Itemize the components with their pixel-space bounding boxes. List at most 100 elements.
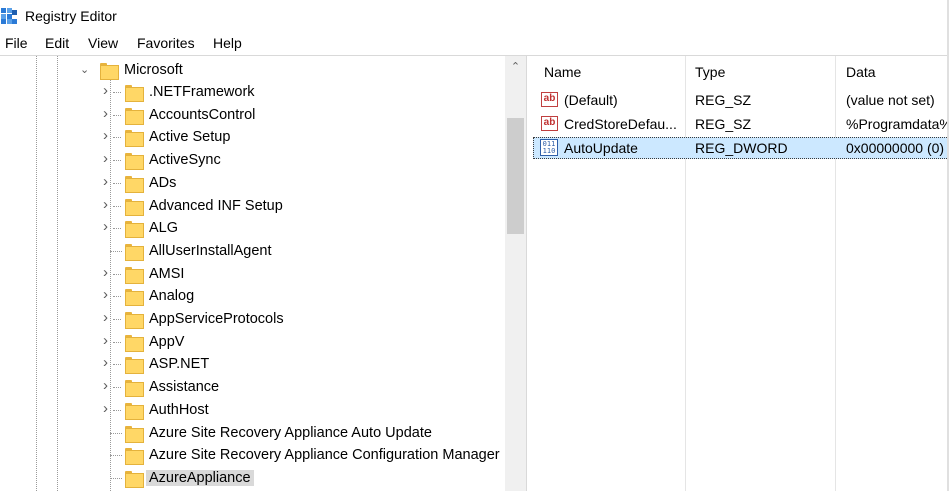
tree-item-label: Azure Site Recovery Appliance Auto Updat… [149, 424, 432, 441]
tree-item[interactable]: AllUserInstallAgent [0, 241, 505, 263]
menu-bar: File Edit View Favorites Help [0, 33, 949, 55]
value-data: (value not set) [846, 92, 935, 108]
tree-item-label: Azure Site Recovery Appliance Configurat… [149, 447, 500, 464]
tree-item-label: .NETFramework [149, 84, 255, 100]
tree-connector [113, 273, 121, 275]
folder-icon [125, 130, 144, 148]
tree-connector [113, 409, 121, 411]
chevron-right-icon[interactable]: › [103, 332, 108, 349]
value-data: %Programdata% [846, 116, 949, 132]
tree-scrollbar[interactable]: ⌃ [505, 56, 526, 491]
tree-item[interactable]: › Advanced INF Setup [0, 196, 505, 218]
chevron-right-icon[interactable]: › [103, 264, 108, 281]
folder-icon [125, 448, 144, 466]
list-header: Name Type Data [533, 56, 949, 86]
chevron-right-icon[interactable]: › [103, 400, 108, 417]
tree-item[interactable]: › ActiveSync [0, 150, 505, 172]
tree-item-label: AMSI [149, 265, 185, 282]
chevron-right-icon[interactable]: › [103, 105, 108, 122]
value-name: AutoUpdate [564, 140, 638, 156]
chevron-right-icon[interactable]: › [103, 196, 108, 213]
tree-item[interactable]: › ALG [0, 218, 505, 240]
tree-connector [113, 92, 121, 93]
value-type: REG_SZ [695, 116, 752, 132]
tree-item[interactable]: › Active Setup [0, 127, 505, 149]
chevron-right-icon[interactable]: › [103, 82, 108, 99]
tree-connector [113, 319, 121, 320]
chevron-right-icon[interactable]: › [103, 173, 108, 190]
chevron-right-icon[interactable]: › [103, 354, 108, 371]
tree-item-label: AuthHost [149, 401, 209, 418]
column-header-data[interactable]: Data [846, 64, 876, 80]
tree-connector [113, 387, 121, 389]
scroll-thumb[interactable] [507, 118, 524, 234]
values-list-pane[interactable]: Name Type Data ab (Default) REG_SZ (value n… [533, 56, 949, 491]
menu-view[interactable]: View [88, 35, 118, 51]
folder-icon [125, 85, 144, 102]
folder-icon [125, 357, 144, 375]
tree-item[interactable]: › ASP.NET [0, 354, 505, 376]
scroll-up-icon[interactable]: ⌃ [505, 60, 526, 78]
tree-item-label: ALG [149, 220, 179, 237]
tree-item[interactable]: Azure Site Recovery Appliance Configurat… [0, 445, 505, 467]
tree-item-label: ASP.NET [149, 356, 210, 373]
tree-connector [113, 114, 121, 116]
tree-item[interactable]: › .NETFramework [0, 82, 505, 104]
tree-connector [110, 477, 122, 479]
tree-item[interactable]: Azure Site Recovery Appliance Auto Updat… [0, 423, 505, 445]
registry-editor-icon [1, 8, 17, 24]
tree-item[interactable]: AzureAppliance [0, 468, 505, 490]
tree-item-label: AzureAppliance [146, 469, 254, 486]
tree-item-label: AccountsControl [149, 106, 256, 123]
tree-item[interactable]: › AMSI [0, 264, 505, 286]
tree-connector [113, 160, 121, 162]
tree-item-label: AllUserInstallAgent [149, 242, 272, 259]
menu-file[interactable]: File [5, 35, 28, 51]
tree-connector [110, 455, 122, 457]
column-header-type[interactable]: Type [695, 64, 725, 80]
folder-icon [125, 266, 144, 284]
tree-item[interactable]: › AccountsControl [0, 105, 505, 127]
menu-favorites[interactable]: Favorites [137, 35, 195, 51]
tree-item-label: Microsoft [124, 62, 183, 78]
value-row[interactable]: 011 110 AutoUpdate REG_DWORD 0x00000000 (0) [533, 137, 949, 159]
tree-item-microsoft[interactable]: ⌄ Microsoft [0, 60, 505, 82]
chevron-right-icon[interactable]: › [103, 377, 108, 394]
value-name: (Default) [564, 92, 618, 108]
menu-edit[interactable]: Edit [45, 35, 69, 51]
chevron-down-icon[interactable]: ⌄ [80, 63, 89, 76]
folder-icon [125, 402, 144, 420]
tree-item-label: AppServiceProtocols [149, 311, 284, 327]
value-row[interactable]: ab (Default) REG_SZ (value not set) [533, 89, 949, 111]
tree-connector [113, 296, 121, 298]
key-tree-pane[interactable]: ⌄ Microsoft › .NETFramework › AccountsContr… [0, 56, 527, 491]
tree-item-label: ADs [149, 174, 177, 191]
value-row[interactable]: ab CredStoreDefau... REG_SZ %Programdata% [533, 113, 949, 135]
chevron-right-icon[interactable]: › [103, 127, 108, 144]
folder-icon [125, 198, 144, 216]
tree-connector [113, 182, 121, 184]
folder-icon [125, 107, 144, 125]
chevron-right-icon[interactable]: › [103, 150, 108, 167]
tree-item[interactable]: › ADs [0, 173, 505, 195]
folder-icon [125, 221, 144, 239]
tree-item[interactable]: › Assistance [0, 377, 505, 399]
binary-value-icon: 011 110 [540, 139, 558, 156]
tree-item[interactable]: › AuthHost [0, 400, 505, 422]
folder-icon [125, 243, 144, 261]
tree-item[interactable]: › AppServiceProtocols [0, 309, 505, 331]
tree-item-label: Analog [149, 288, 195, 305]
tree-item[interactable]: › Analog [0, 286, 505, 308]
tree-item-label: AppV [149, 333, 185, 350]
tree-connector [110, 432, 122, 434]
value-type: REG_SZ [695, 92, 752, 108]
tree-item[interactable]: › AppV [0, 332, 505, 354]
folder-icon [125, 470, 144, 488]
column-header-name[interactable]: Name [544, 64, 581, 80]
tree-connector [113, 205, 121, 207]
chevron-right-icon[interactable]: › [103, 309, 108, 326]
chevron-right-icon[interactable]: › [103, 218, 108, 235]
tree-connector [113, 228, 121, 230]
chevron-right-icon[interactable]: › [103, 286, 108, 303]
menu-help[interactable]: Help [213, 35, 242, 51]
